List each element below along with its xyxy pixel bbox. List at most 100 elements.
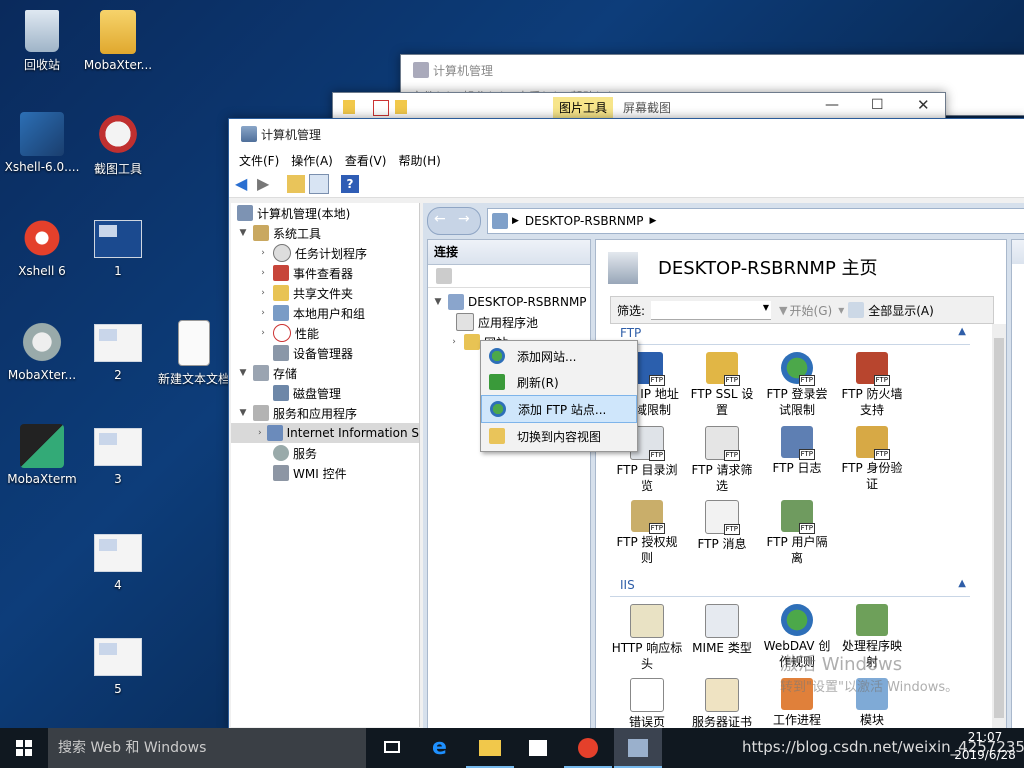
feature-scrollbar[interactable] xyxy=(992,324,1006,730)
feature-mime-types[interactable]: MIME 类型 xyxy=(685,604,759,656)
desktop-icon-xshell-installer[interactable]: Xshell-6.0.... xyxy=(0,112,84,174)
address-bar[interactable]: ▶ DESKTOP-RSBRNMP ▶ xyxy=(487,208,1024,234)
menu-item-switch-content-view[interactable]: 切换到内容视图 xyxy=(481,423,637,449)
collapse-arrow-icon[interactable]: › xyxy=(448,337,460,347)
tree-shared-folders[interactable]: › 共享文件夹 xyxy=(231,283,419,303)
menu-file[interactable]: 文件(F) xyxy=(233,152,285,169)
desktop-icon-image-3[interactable]: 3 xyxy=(76,424,160,486)
desktop-icon-xshell6[interactable]: Xshell 6 xyxy=(0,216,84,278)
collapse-arrow-icon[interactable]: › xyxy=(257,248,269,258)
tree-local-users[interactable]: › 本地用户和组 xyxy=(231,303,419,323)
conn-tree-app-pools[interactable]: 应用程序池 xyxy=(428,312,590,332)
desktop-icon-image-2[interactable]: 2 xyxy=(76,320,160,382)
feature-ftp-messages[interactable]: FTP FTP 消息 xyxy=(685,500,759,552)
feature-ftp-authentication[interactable]: FTP FTP 身份验证 xyxy=(835,426,909,492)
file-explorer-button[interactable] xyxy=(466,728,514,768)
menu-help[interactable]: 帮助(H) xyxy=(392,152,446,169)
search-box[interactable]: 搜索 Web 和 Windows xyxy=(48,728,366,768)
forward-arrow-icon[interactable]: ▶ xyxy=(257,175,275,193)
menu-item-add-ftp-site[interactable]: 添加 FTP 站点... xyxy=(481,395,637,423)
tree-storage[interactable]: ▼ 存储 xyxy=(231,363,419,383)
desktop-icon-new-text-doc[interactable]: 新建文本文档 xyxy=(152,320,236,387)
desktop-icon-mobaxterm-installer[interactable]: MobaXter... xyxy=(0,320,84,382)
back-arrow-icon[interactable]: ← xyxy=(434,211,446,227)
tree-root[interactable]: 计算机管理(本地) xyxy=(231,203,419,223)
tree-device-manager[interactable]: 设备管理器 xyxy=(231,343,419,363)
group-header-iis[interactable]: IIS ▲ xyxy=(610,578,970,597)
store-button[interactable] xyxy=(514,728,562,768)
help-icon[interactable]: ? xyxy=(341,175,359,193)
collapse-arrow-icon[interactable]: › xyxy=(257,428,263,438)
feature-server-certificates[interactable]: 服务器证书 xyxy=(685,678,759,730)
feature-ftp-user-isolation[interactable]: FTP FTP 用户隔离 xyxy=(760,500,834,566)
menu-item-refresh[interactable]: 刷新(R) xyxy=(481,369,637,395)
menu-view[interactable]: 查看(V) xyxy=(339,152,393,169)
dropdown-arrow-icon[interactable]: ▼ xyxy=(763,303,769,312)
show-all-button[interactable]: 全部显示(A) xyxy=(868,302,934,319)
start-button[interactable] xyxy=(0,728,48,768)
collapse-chevron-icon[interactable]: ▲ xyxy=(958,326,966,337)
feature-http-response-headers[interactable]: HTTP 响应标头 xyxy=(610,604,684,672)
feature-ftp-firewall[interactable]: FTP FTP 防火墙 支持 xyxy=(835,352,909,418)
computer-management-taskbar-button[interactable] xyxy=(614,728,662,768)
up-folder-icon[interactable] xyxy=(287,175,305,193)
feature-ftp-authorization-rules[interactable]: FTP FTP 授权规则 xyxy=(610,500,684,566)
xshell-taskbar-button[interactable] xyxy=(564,728,612,768)
ribbon-tab-picture-tools[interactable]: 图片工具 xyxy=(553,97,614,119)
feature-ftp-logging[interactable]: FTP FTP 日志 xyxy=(760,426,834,476)
globe-ftp-icon xyxy=(490,401,506,417)
filter-input[interactable]: ▼ xyxy=(651,300,772,320)
desktop-icon-image-5[interactable]: 5 xyxy=(76,634,160,696)
tree-performance[interactable]: › 性能 xyxy=(231,323,419,343)
desktop-icon-snipping-tool[interactable]: 截图工具 xyxy=(76,112,160,177)
collapse-arrow-icon[interactable]: › xyxy=(257,328,269,338)
close-button[interactable]: ✕ xyxy=(917,96,930,114)
filter-start-button[interactable]: 开始(G) xyxy=(790,302,833,319)
edge-button[interactable]: e xyxy=(418,728,466,768)
nav-back-forward[interactable]: ← → xyxy=(427,207,481,235)
collapse-arrow-icon[interactable]: › xyxy=(257,288,269,298)
expand-arrow-icon[interactable]: ▼ xyxy=(237,368,249,378)
feature-error-pages[interactable]: 错误页 xyxy=(610,678,684,730)
desktop-icon-mobaxterm[interactable]: MobaXterm xyxy=(0,424,84,486)
expand-arrow-icon[interactable]: ▼ xyxy=(237,228,249,238)
collapse-chevron-icon[interactable]: ▲ xyxy=(958,578,966,589)
collapse-arrow-icon[interactable]: › xyxy=(257,308,269,318)
tree-iis[interactable]: › Internet Information S xyxy=(231,423,419,443)
expand-arrow-icon[interactable]: ▼ xyxy=(432,297,444,307)
ribbon-tab-screenshots[interactable]: 屏幕截图 xyxy=(623,97,671,119)
clock-date[interactable]: 2019/6/28 xyxy=(950,748,1020,762)
scrollbar-thumb[interactable] xyxy=(994,338,1004,718)
tree-services[interactable]: 服务 xyxy=(231,443,419,463)
task-view-button[interactable] xyxy=(368,728,416,768)
group-header-ftp[interactable]: FTP ▲ xyxy=(610,326,970,345)
conn-tree-server[interactable]: ▼ DESKTOP-RSBRNMP xyxy=(428,292,590,312)
back-arrow-icon[interactable]: ◀ xyxy=(235,175,253,193)
menu-action[interactable]: 操作(A) xyxy=(285,152,339,169)
clock-time[interactable]: 21:07 xyxy=(950,730,1020,744)
desktop-icon-image-1[interactable]: 1 xyxy=(76,216,160,278)
tree-wmi[interactable]: WMI 控件 xyxy=(231,463,419,483)
collapse-arrow-icon[interactable]: › xyxy=(257,268,269,278)
desktop-icon-recycle-bin[interactable]: 回收站 xyxy=(0,10,84,73)
tree-task-scheduler[interactable]: › 任务计划程序 xyxy=(231,243,419,263)
desktop-icon-image-4[interactable]: 4 xyxy=(76,530,160,592)
tree-event-viewer[interactable]: › 事件查看器 xyxy=(231,263,419,283)
breadcrumb-server[interactable]: DESKTOP-RSBRNMP xyxy=(525,214,644,228)
feature-ftp-logon-attempt[interactable]: FTP FTP 登录尝 试限制 xyxy=(760,352,834,418)
mime-icon xyxy=(705,604,739,638)
expand-arrow-icon[interactable]: ▼ xyxy=(237,408,249,418)
feature-ftp-ssl[interactable]: FTP FTP SSL 设置 xyxy=(685,352,759,418)
forward-arrow-icon[interactable]: → xyxy=(458,211,470,227)
maximize-button[interactable]: ☐ xyxy=(871,97,884,113)
tree-services-apps[interactable]: ▼ 服务和应用程序 xyxy=(231,403,419,423)
dropdown-arrow-icon[interactable]: ▾ xyxy=(838,303,844,317)
tree-system-tools[interactable]: ▼ 系统工具 xyxy=(231,223,419,243)
tree-disk-management[interactable]: 磁盘管理 xyxy=(231,383,419,403)
connect-icon[interactable] xyxy=(436,268,452,284)
desktop-icon-mobaxterm-zip[interactable]: MobaXter... xyxy=(76,10,160,72)
feature-ftp-request-filtering[interactable]: FTP FTP 请求筛选 xyxy=(685,426,759,494)
menu-item-add-website[interactable]: 添加网站... xyxy=(481,343,637,369)
minimize-button[interactable]: — xyxy=(825,97,839,113)
show-hide-tree-icon[interactable] xyxy=(309,174,329,194)
